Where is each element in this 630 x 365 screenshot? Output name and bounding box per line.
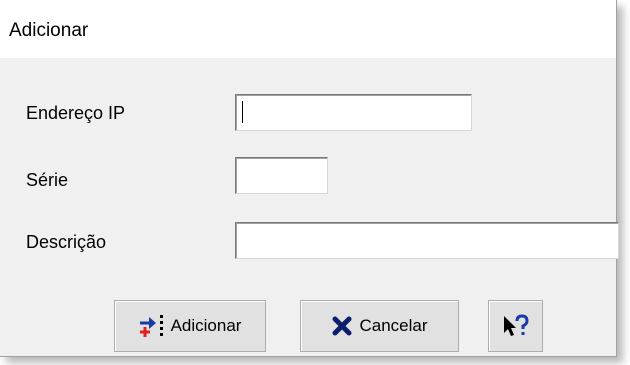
serie-field[interactable] [235,157,328,194]
whats-this-help-icon [502,314,530,338]
title-bar: Adicionar [0,0,616,58]
dialog-title: Adicionar [9,20,89,41]
help-button[interactable] [488,300,543,352]
serie-label: Série [26,170,69,190]
x-cancel-icon [331,315,353,337]
descricao-label: Descrição [26,232,107,252]
ip-address-label: Endereço IP [26,103,126,123]
text-caret [242,101,243,123]
add-dialog: Adicionar Endereço IP Série Descrição Ad… [0,0,619,357]
cancel-button-label: Cancelar [359,316,428,335]
add-items-icon [139,314,165,338]
add-button[interactable]: Adicionar [114,300,266,352]
add-button-label: Adicionar [170,316,242,335]
cancel-button[interactable]: Cancelar [300,300,459,352]
ip-address-field[interactable] [235,94,472,131]
descricao-field[interactable] [235,222,619,259]
